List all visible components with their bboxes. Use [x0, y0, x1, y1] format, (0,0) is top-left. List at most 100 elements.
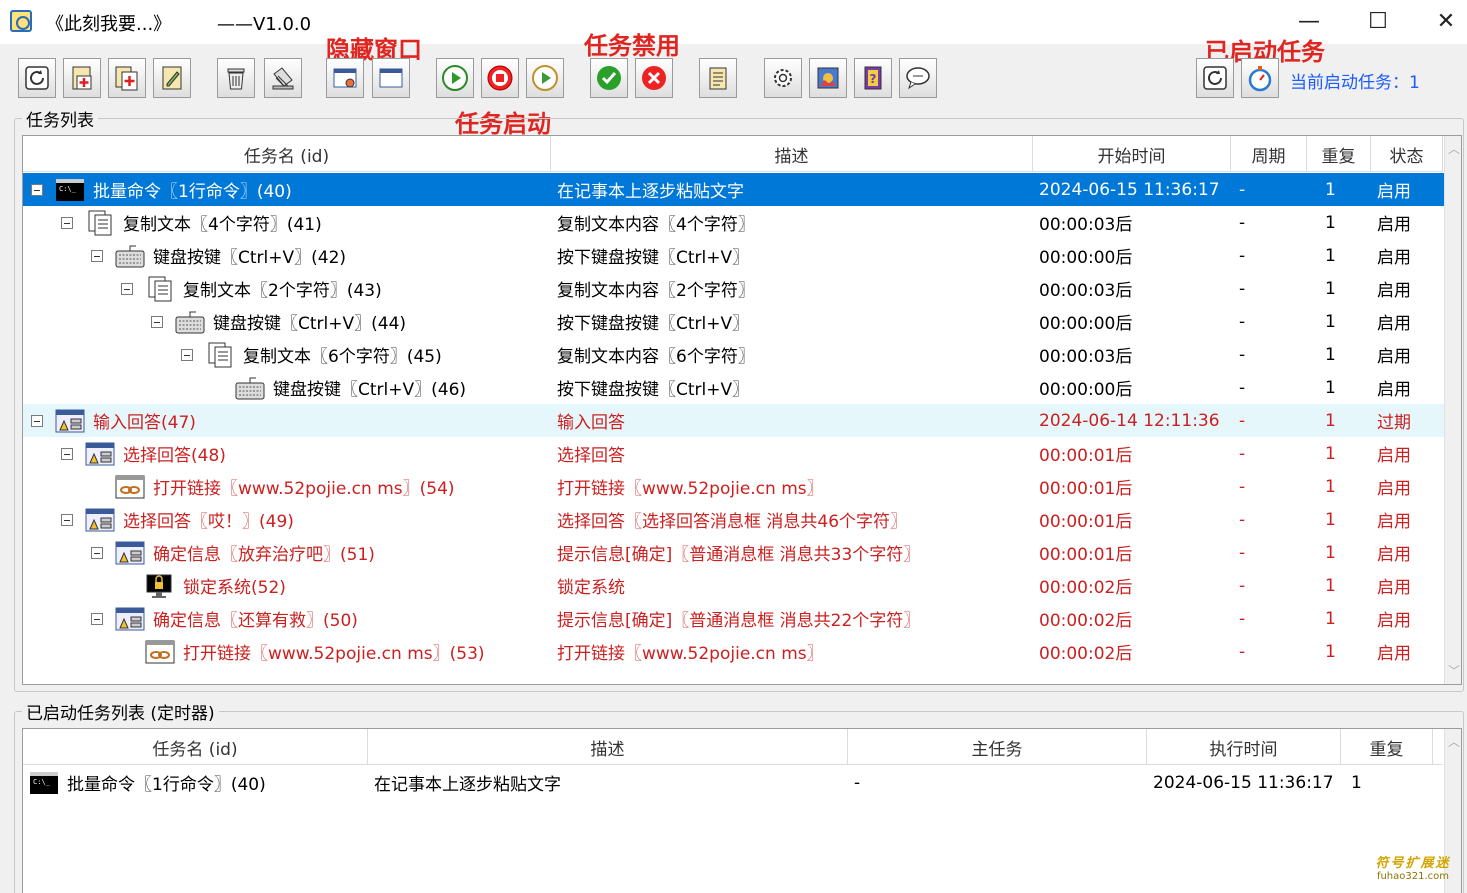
started-refresh-button[interactable]: [1196, 58, 1234, 98]
started-exec-time-cell: 2024-06-15 11:36:17: [1153, 772, 1334, 793]
collapse-icon[interactable]: [181, 348, 193, 361]
collapse-icon[interactable]: [91, 546, 103, 559]
task-description-cell: 输入回答: [557, 413, 625, 433]
task-period-cell: -: [1239, 410, 1246, 431]
task-name-text: 复制文本〖6个字符〗(45): [243, 347, 442, 367]
task-row[interactable]: 确定信息〖还算有救〗(50) 提示信息[确定]〖普通消息框 消息共22个字符〗 00…: [23, 602, 1444, 635]
task-description-cell: 提示信息[确定]〖普通消息框 消息共22个字符〗: [557, 611, 921, 631]
task-name-text: 键盘按键〖Ctrl+V〗(46): [273, 380, 467, 400]
stopwatch-button[interactable]: [1241, 58, 1279, 98]
collapse-icon[interactable]: [61, 447, 73, 460]
maximize-button[interactable]: ☐: [1355, 4, 1401, 38]
task-repeat-cell: 1: [1325, 179, 1336, 200]
chat-button[interactable]: [899, 58, 937, 98]
started-scroll-up-icon[interactable]: ︿: [1448, 736, 1460, 748]
resume-task-button[interactable]: [526, 58, 564, 98]
task-row[interactable]: 复制文本〖6个字符〗(45) 复制文本内容〖6个字符〗 00:00:03后 - 1 启用: [23, 338, 1444, 371]
col-started-description[interactable]: 描述: [368, 729, 848, 765]
task-row[interactable]: C:\_ 批量命令〖1行命令〗(40) 在记事本上逐步粘贴文字 2024-06-15 …: [23, 173, 1444, 206]
task-row[interactable]: 输入回答(47) 输入回答 2024-06-14 12:11:36- 1 过期: [23, 404, 1444, 437]
task-status-cell: 启用: [1377, 578, 1411, 598]
task-row[interactable]: 键盘按键〖Ctrl+V〗(46) 按下键盘按键〖Ctrl+V〗 00:00:00后 -…: [23, 371, 1444, 404]
add-subtask-button[interactable]: [108, 58, 146, 98]
collapse-icon[interactable]: [61, 513, 73, 526]
started-list-view[interactable]: 任务名 (id) 描述 主任务 执行时间 重复 C:\_ 批量命令〖1行命令〗(4…: [22, 728, 1462, 893]
collapse-icon[interactable]: [91, 249, 103, 262]
scroll-up-icon[interactable]: ︿: [1448, 143, 1460, 155]
task-name-text: 键盘按键〖Ctrl+V〗(44): [213, 314, 407, 334]
task-list-scrollbar[interactable]: ︿ ﹀: [1444, 136, 1461, 684]
collapse-icon[interactable]: [31, 183, 43, 196]
disable-task-button[interactable]: [635, 58, 673, 98]
stop-task-button[interactable]: [481, 58, 519, 98]
help-button[interactable]: ?: [854, 58, 892, 98]
col-start-time[interactable]: 开始时间: [1033, 136, 1231, 172]
collapse-icon[interactable]: [61, 216, 73, 229]
notes-icon: [709, 67, 727, 90]
collapse-icon[interactable]: [31, 414, 43, 427]
collapse-icon[interactable]: [121, 282, 133, 295]
task-start-time-cell: 00:00:00后: [1039, 248, 1133, 268]
task-description-cell: 打开链接〖www.52pojie.cn ms〗: [557, 644, 824, 664]
task-row[interactable]: 锁定系统(52) 锁定系统 00:00:02后 - 1 启用: [23, 569, 1444, 602]
col-started-exec-time[interactable]: 执行时间: [1147, 729, 1341, 765]
task-start-time-cell: 00:00:02后: [1039, 578, 1133, 598]
task-row[interactable]: 打开链接〖www.52pojie.cn ms〗(53) 打开链接〖www.52po…: [23, 635, 1444, 668]
hide-window-button[interactable]: [326, 58, 364, 98]
task-list-view[interactable]: 任务名 (id) 描述 开始时间 周期 重复 状态 C:\_ 批量命令〖1行命令〗…: [22, 135, 1462, 685]
task-row[interactable]: 键盘按键〖Ctrl+V〗(44) 按下键盘按键〖Ctrl+V〗 00:00:00后 -…: [23, 305, 1444, 338]
task-repeat-cell: 1: [1325, 278, 1336, 299]
collapse-icon[interactable]: [151, 315, 163, 328]
col-started-main-task[interactable]: 主任务: [848, 729, 1147, 765]
task-row[interactable]: 打开链接〖www.52pojie.cn ms〗(54) 打开链接〖www.52po…: [23, 470, 1444, 503]
settings-button[interactable]: [764, 58, 802, 98]
task-repeat-cell: 1: [1325, 641, 1336, 662]
col-repeat[interactable]: 重复: [1307, 136, 1371, 172]
svg-text:?: ?: [870, 72, 877, 86]
dialog-icon: [115, 540, 145, 566]
task-row[interactable]: 复制文本〖2个字符〗(43) 复制文本内容〖2个字符〗 00:00:03后 - 1 启用: [23, 272, 1444, 305]
task-period-cell: -: [1239, 641, 1246, 662]
add-task-button[interactable]: [63, 58, 101, 98]
collapse-icon[interactable]: [91, 612, 103, 625]
watermark-logo: 符号扩展迷 fuhao321.com: [1375, 856, 1451, 882]
col-status[interactable]: 状态: [1371, 136, 1443, 172]
task-row[interactable]: 复制文本〖4个字符〗(41) 复制文本内容〖4个字符〗 00:00:03后 - 1 启用: [23, 206, 1444, 239]
scroll-down-icon[interactable]: ﹀: [1448, 665, 1460, 677]
dialog-icon: [85, 507, 115, 533]
task-name-cell: 复制文本〖6个字符〗(45): [23, 338, 551, 371]
task-row[interactable]: 选择回答〖哎！〗(49) 选择回答〖选择回答消息框 消息共46个字符〗 00:00:…: [23, 503, 1444, 536]
clear-button[interactable]: [264, 58, 302, 98]
task-row[interactable]: 确定信息〖放弃治疗吧〗(51) 提示信息[确定]〖普通消息框 消息共33个字符〗 0…: [23, 536, 1444, 569]
col-started-repeat[interactable]: 重复: [1341, 729, 1433, 765]
delete-button[interactable]: [217, 58, 255, 98]
picture-button[interactable]: [809, 58, 847, 98]
col-task-name[interactable]: 任务名 (id): [23, 136, 551, 172]
show-window-button[interactable]: [372, 58, 410, 98]
refresh-button[interactable]: [18, 58, 56, 98]
task-period-cell: -: [1239, 575, 1246, 596]
notes-button[interactable]: [699, 58, 737, 98]
task-start-time-cell: 00:00:00后: [1039, 380, 1133, 400]
task-row[interactable]: 键盘按键〖Ctrl+V〗(42) 按下键盘按键〖Ctrl+V〗 00:00:00后 -…: [23, 239, 1444, 272]
task-start-time-cell: 00:00:03后: [1039, 347, 1133, 367]
task-start-time-cell: 2024-06-15 11:36:17: [1039, 179, 1220, 200]
start-task-button[interactable]: [436, 58, 474, 98]
enable-task-button[interactable]: [590, 58, 628, 98]
task-name-text: 确定信息〖还算有救〗(50): [153, 611, 358, 631]
started-name-cell: C:\_ 批量命令〖1行命令〗(40): [23, 766, 368, 799]
started-row[interactable]: C:\_ 批量命令〖1行命令〗(40) 在记事本上逐步粘贴文字 - 2024-06-15…: [23, 766, 1444, 799]
task-period-cell: -: [1239, 179, 1246, 200]
task-status-cell: 启用: [1377, 380, 1411, 400]
close-button[interactable]: ✕: [1423, 4, 1467, 38]
task-name-text: 打开链接〖www.52pojie.cn ms〗(53): [183, 644, 485, 664]
task-name-text: 锁定系统(52): [183, 578, 286, 598]
task-name-text: 输入回答(47): [93, 413, 196, 433]
col-description[interactable]: 描述: [551, 136, 1033, 172]
task-row[interactable]: 选择回答(48) 选择回答 00:00:01后 - 1 启用: [23, 437, 1444, 470]
started-repeat-cell: 1: [1351, 772, 1362, 793]
edit-task-button[interactable]: [153, 58, 191, 98]
col-started-task-name[interactable]: 任务名 (id): [23, 729, 368, 765]
task-period-cell: -: [1239, 245, 1246, 266]
col-period[interactable]: 周期: [1231, 136, 1307, 172]
